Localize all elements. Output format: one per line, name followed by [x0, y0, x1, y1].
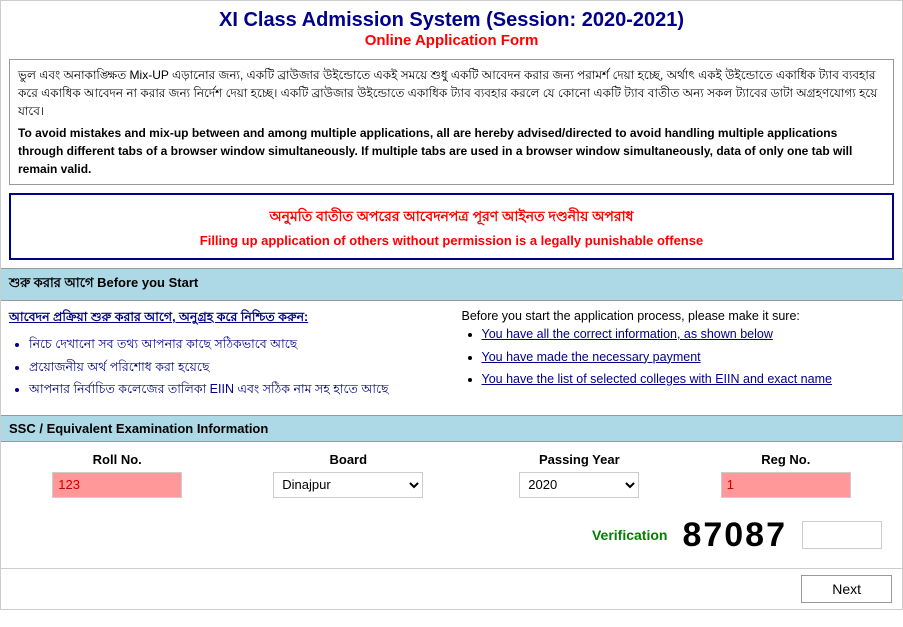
roll-input[interactable]: [52, 472, 182, 498]
ssc-section-header: SSC / Equivalent Examination Information: [1, 415, 902, 442]
reg-group: Reg No.: [688, 452, 884, 498]
ssc-form-row: Roll No. Board Dinajpur Dhaka Rajshahi C…: [9, 452, 894, 498]
year-label: Passing Year: [539, 452, 620, 467]
before-start-left-list: নিচে দেখানো সব তথ্য আপনার কাছে সঠিকভাবে …: [9, 333, 442, 401]
notice-bengali: অনুমতি বাতীত অপরের আবেদনপত্র পূরণ আইনত দ…: [21, 205, 882, 229]
warning-english: To avoid mistakes and mix-up between and…: [18, 124, 885, 178]
roll-group: Roll No.: [19, 452, 215, 498]
board-select[interactable]: Dinajpur Dhaka Rajshahi Chittagong Comil…: [273, 472, 423, 498]
year-group: Passing Year 2020 2019 2018 2017: [481, 452, 677, 498]
board-group: Board Dinajpur Dhaka Rajshahi Chittagong…: [225, 452, 471, 498]
verification-label: Verification: [592, 527, 667, 543]
list-item: You have made the necessary payment: [482, 346, 895, 369]
header: XI Class Admission System (Session: 2020…: [1, 1, 902, 53]
verification-area: Verification 87087: [1, 506, 902, 560]
before-start-left: আবেদন প্রক্রিয়া শুরু করার আগে, অনুগ্রহ …: [9, 309, 442, 401]
before-start-right: Before you start the application process…: [462, 309, 895, 401]
reg-label: Reg No.: [761, 452, 810, 467]
notice-box: অনুমতি বাতীত অপরের আবেদনপত্র পূরণ আইনত দ…: [9, 193, 894, 260]
reg-input[interactable]: [721, 472, 851, 498]
ssc-form-area: Roll No. Board Dinajpur Dhaka Rajshahi C…: [1, 442, 902, 506]
notice-english: Filling up application of others without…: [21, 233, 882, 248]
main-container: XI Class Admission System (Session: 2020…: [0, 0, 903, 610]
year-select[interactable]: 2020 2019 2018 2017: [519, 472, 639, 498]
page-subtitle: Online Application Form: [5, 32, 898, 49]
list-item: You have the list of selected colleges w…: [482, 368, 895, 391]
list-item: You have all the correct information, as…: [482, 323, 895, 346]
captcha-number: 87087: [682, 516, 787, 555]
warning-box: ভুল এবং অনাকাঙ্ক্ষিত Mix-UP এড়ানোর জন্য…: [9, 59, 894, 185]
page-title: XI Class Admission System (Session: 2020…: [5, 9, 898, 32]
before-start-right-list: You have all the correct information, as…: [462, 323, 895, 391]
list-item: নিচে দেখানো সব তথ্য আপনার কাছে সঠিকভাবে …: [29, 333, 442, 356]
ssc-section: SSC / Equivalent Examination Information…: [1, 415, 902, 506]
list-item: প্রয়োজনীয় অর্থ পরিশোধ করা হয়েছে: [29, 356, 442, 379]
board-label: Board: [329, 452, 367, 467]
bottom-bar: Next: [1, 568, 902, 609]
next-button[interactable]: Next: [801, 575, 892, 603]
before-start-content: আবেদন প্রক্রিয়া শুরু করার আগে, অনুগ্রহ …: [1, 301, 902, 409]
captcha-input[interactable]: [802, 521, 882, 549]
before-start-header: শুরু করার আগে Before you Start: [1, 268, 902, 301]
before-start-left-heading: আবেদন প্রক্রিয়া শুরু করার আগে, অনুগ্রহ …: [9, 309, 442, 329]
before-start-right-intro: Before you start the application process…: [462, 309, 895, 323]
list-item: আপনার নির্বাচিত কলেজের তালিকা EIIN এবং স…: [29, 378, 442, 401]
warning-bengali: ভুল এবং অনাকাঙ্ক্ষিত Mix-UP এড়ানোর জন্য…: [18, 66, 885, 120]
roll-label: Roll No.: [93, 452, 142, 467]
